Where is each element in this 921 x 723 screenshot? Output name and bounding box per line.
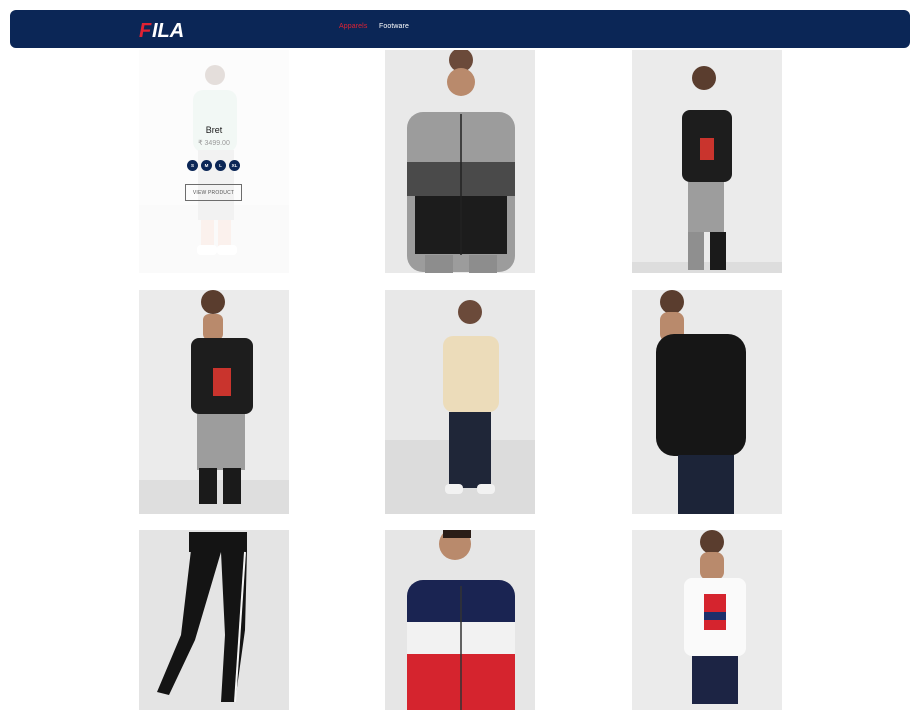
product-hover-overlay: Bret ₹ 3499.00 S M L XL VIEW PRODUCT <box>139 50 289 273</box>
size-l[interactable]: L <box>215 160 226 171</box>
product-card[interactable] <box>385 50 535 273</box>
product-card[interactable] <box>139 530 289 710</box>
logo-letter-f: F <box>139 20 152 42</box>
product-card[interactable] <box>632 530 782 710</box>
product-photo <box>632 290 782 514</box>
product-photo <box>632 50 782 273</box>
product-card[interactable] <box>385 290 535 514</box>
product-photo <box>139 530 289 710</box>
product-card[interactable] <box>632 50 782 273</box>
product-photo <box>385 50 535 273</box>
product-card[interactable] <box>632 290 782 514</box>
product-photo <box>385 290 535 514</box>
size-xl[interactable]: XL <box>229 160 240 171</box>
logo-letters-ila: ILA <box>152 20 184 42</box>
top-navigation-bar: F ILA Apparels Footware <box>10 10 910 48</box>
size-options: S M L XL <box>187 160 241 172</box>
nav-apparels[interactable]: Apparels <box>339 23 367 30</box>
product-card[interactable]: Bret ₹ 3499.00 S M L XL VIEW PRODUCT <box>139 50 289 273</box>
product-name: Bret <box>205 125 223 135</box>
view-product-button[interactable]: VIEW PRODUCT <box>185 184 242 201</box>
product-photo <box>139 290 289 514</box>
product-photo <box>632 530 782 710</box>
size-m[interactable]: M <box>201 160 212 171</box>
product-card[interactable] <box>385 530 535 710</box>
product-price: ₹ 3499.00 <box>198 140 230 147</box>
size-s[interactable]: S <box>187 160 198 171</box>
product-card[interactable] <box>139 290 289 514</box>
fila-logo[interactable]: F ILA <box>138 16 202 42</box>
product-photo <box>385 530 535 710</box>
nav-footware[interactable]: Footware <box>379 23 409 30</box>
